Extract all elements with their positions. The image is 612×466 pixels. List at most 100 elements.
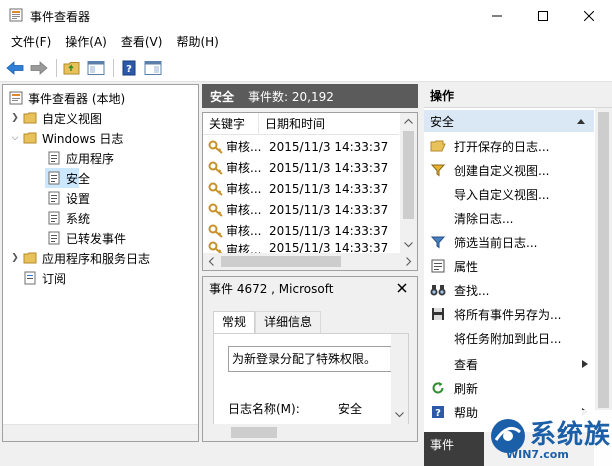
- actions-group-label: 安全: [430, 114, 455, 129]
- up-folder-button[interactable]: [61, 57, 83, 79]
- tree-item-root[interactable]: 事件查看器 (本地): [7, 88, 125, 108]
- action-save-all-events[interactable]: 将所有事件另存为...: [424, 302, 594, 326]
- event-list-vertical-scrollbar[interactable]: [400, 113, 417, 253]
- action-label: 属性: [454, 259, 479, 274]
- table-row[interactable]: 审核... 2015/11/3 14:33:37: [203, 220, 399, 241]
- event-description[interactable]: 为新登录分配了特殊权限。: [228, 346, 404, 372]
- tree-item-label: 自定义视图: [42, 111, 103, 126]
- folder-icon: [23, 132, 37, 144]
- scroll-left-icon[interactable]: [203, 253, 220, 270]
- help-book-icon: ?: [122, 60, 136, 75]
- table-row[interactable]: 审核... 2015/11/3 14:33:37: [203, 157, 399, 178]
- show-tree-button[interactable]: [85, 57, 107, 79]
- scroll-right-icon[interactable]: [400, 253, 417, 270]
- tree-item-windows-logs[interactable]: ⌵ Windows 日志: [9, 128, 124, 148]
- scroll-down-icon[interactable]: [391, 406, 408, 423]
- event-detail-pane: 事件 4672 , Microsoft 常规 详细信息 为新登录分配了特殊权限。…: [202, 276, 418, 442]
- key-icon: [208, 140, 223, 154]
- action-open-saved-log[interactable]: 打开保存的日志...: [424, 134, 594, 158]
- key-icon: [208, 182, 223, 196]
- action-properties[interactable]: 属性: [424, 254, 594, 278]
- chevron-right-icon[interactable]: ❯: [9, 112, 21, 124]
- collapse-up-icon[interactable]: [576, 117, 586, 125]
- actions-group-security[interactable]: 安全: [424, 110, 594, 132]
- back-button[interactable]: [4, 57, 26, 79]
- row-keyword: 审核...: [226, 140, 262, 154]
- tree-item-subscriptions[interactable]: 订阅: [21, 268, 66, 288]
- log-icon: [48, 231, 60, 245]
- action-view[interactable]: 查看: [424, 352, 594, 376]
- table-row[interactable]: 审核... 2015/11/3 14:33:37: [203, 241, 399, 253]
- tab-details[interactable]: 详细信息: [255, 311, 322, 333]
- scroll-thumb[interactable]: [598, 112, 609, 408]
- tree-item-application[interactable]: 应用程序: [45, 148, 114, 168]
- tab-general[interactable]: 常规: [213, 311, 256, 333]
- scroll-thumb[interactable]: [231, 427, 277, 438]
- row-keyword: 审核...: [226, 161, 262, 175]
- watermark-url: WIN7.com: [506, 448, 569, 461]
- watermark-text: 系统族: [530, 420, 612, 450]
- close-button[interactable]: [566, 0, 612, 31]
- tab-body-scrollbar[interactable]: [391, 334, 408, 432]
- properties-icon: [431, 259, 445, 273]
- action-refresh[interactable]: 刷新: [424, 376, 594, 400]
- tree-item-label: 已转发事件: [66, 231, 127, 246]
- event-description-text: 为新登录分配了特殊权限。: [232, 352, 377, 366]
- tree-item-setup[interactable]: 设置: [45, 188, 90, 208]
- tree-item-app-service-logs[interactable]: ❯ 应用程序和服务日志: [9, 248, 150, 268]
- table-row[interactable]: 审核... 2015/11/3 14:33:37: [203, 199, 399, 220]
- close-icon[interactable]: [397, 283, 407, 293]
- row-keyword: 审核...: [226, 182, 262, 196]
- action-find[interactable]: 查找...: [424, 278, 594, 302]
- action-clear-log[interactable]: 清除日志...: [424, 206, 594, 230]
- scroll-up-icon[interactable]: [400, 113, 417, 130]
- key-icon: [208, 241, 223, 253]
- toolbar-separator: [56, 58, 57, 77]
- tree-item-custom-views[interactable]: ❯ 自定义视图: [9, 108, 102, 128]
- chevron-right-icon[interactable]: ❯: [9, 252, 21, 264]
- menu-file[interactable]: 文件(F): [4, 31, 58, 54]
- tree-item-forwarded-events[interactable]: 已转发事件: [45, 228, 126, 248]
- action-filter-current-log[interactable]: 筛选当前日志...: [424, 230, 594, 254]
- forward-button[interactable]: [28, 57, 50, 79]
- tree-item-system[interactable]: 系统: [45, 208, 90, 228]
- column-keyword[interactable]: 关键字: [203, 113, 259, 134]
- menu-action[interactable]: 操作(A): [58, 31, 114, 54]
- action-label: 将任务附加到此日...: [454, 331, 562, 346]
- action-attach-task[interactable]: 将任务附加到此日...: [424, 326, 594, 350]
- tree-item-label: 事件查看器 (本地): [28, 91, 126, 106]
- toolbar-separator: [113, 58, 114, 77]
- maximize-button[interactable]: [520, 0, 566, 31]
- svg-text:?: ?: [435, 408, 441, 419]
- row-keyword: 审核...: [226, 243, 262, 253]
- actions-pane: 操作 安全 打开保存的日志... 创建自定义视图... 导入自定义视图... 清…: [424, 84, 612, 466]
- menu-help[interactable]: 帮助(H): [169, 31, 225, 54]
- close-icon: [584, 10, 594, 21]
- tree-item-label: 订阅: [42, 271, 67, 286]
- minimize-button[interactable]: [474, 0, 520, 31]
- scroll-down-icon[interactable]: [400, 236, 417, 253]
- svg-text:?: ?: [126, 64, 132, 75]
- help-toolbar-button[interactable]: ?: [118, 57, 140, 79]
- scroll-thumb[interactable]: [403, 131, 414, 219]
- watermark: 系统族 WIN7.com: [484, 410, 612, 466]
- show-action-pane-button[interactable]: [142, 57, 164, 79]
- detail-horizontal-scrollbar[interactable]: [203, 424, 417, 441]
- menu-view[interactable]: 查看(V): [114, 31, 170, 54]
- action-create-custom-view[interactable]: 创建自定义视图...: [424, 158, 594, 182]
- chevron-down-icon[interactable]: ⌵: [9, 132, 21, 144]
- filter-icon: [431, 236, 445, 249]
- title-bar: 事件查看器: [0, 0, 612, 31]
- column-datetime[interactable]: 日期和时间: [259, 113, 399, 134]
- table-row[interactable]: 审核... 2015/11/3 14:33:37: [203, 136, 399, 157]
- action-import-custom-view[interactable]: 导入自定义视图...: [424, 182, 594, 206]
- log-icon: [48, 191, 60, 205]
- event-list-horizontal-scrollbar[interactable]: [203, 253, 417, 270]
- log-icon: [48, 151, 60, 165]
- scroll-thumb[interactable]: [221, 256, 341, 267]
- tree-item-security[interactable]: 安全: [45, 168, 90, 188]
- table-row[interactable]: 审核... 2015/11/3 14:33:37: [203, 178, 399, 199]
- event-list-header: 关键字 日期和时间: [203, 113, 399, 135]
- binoculars-icon: [430, 285, 446, 296]
- tree-horizontal-scrollbar[interactable]: [3, 424, 198, 441]
